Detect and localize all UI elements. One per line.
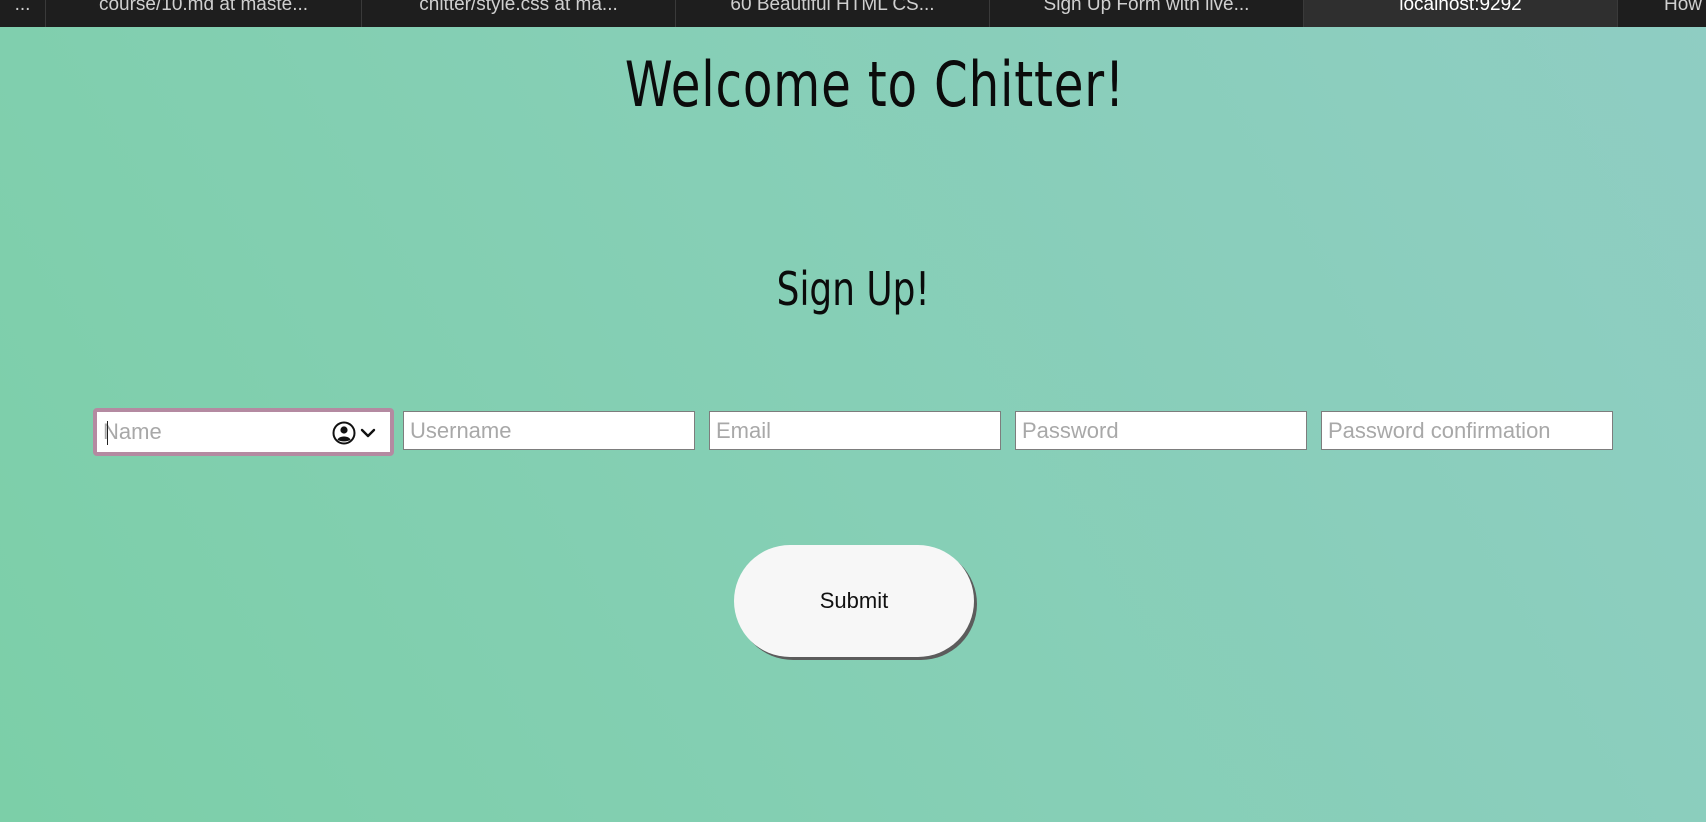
tab-label: How	[1664, 0, 1703, 15]
browser-tab-bar: ... course/10.md at maste... chitter/sty…	[0, 0, 1706, 27]
password-confirmation-input[interactable]	[1321, 411, 1613, 450]
tab-label: chitter/style.css at ma...	[419, 0, 618, 15]
browser-tab[interactable]: course/10.md at maste...	[46, 0, 362, 27]
browser-tab[interactable]: 60 Beautiful HTML CS...	[676, 0, 990, 27]
signup-heading: Sign Up!	[776, 262, 930, 316]
password-input[interactable]	[1015, 411, 1307, 450]
tab-label: ...	[14, 0, 31, 15]
email-input[interactable]	[709, 411, 1001, 450]
browser-tab-active[interactable]: localhost:9292	[1304, 0, 1618, 27]
username-input[interactable]	[403, 411, 695, 450]
submit-button[interactable]: Submit	[734, 545, 974, 657]
tab-label: course/10.md at maste...	[98, 0, 309, 15]
chevron-down-icon	[360, 428, 376, 438]
name-input[interactable]	[97, 412, 327, 452]
browser-tab[interactable]: ...	[0, 0, 46, 27]
contact-autofill-icon[interactable]	[332, 420, 380, 446]
tab-label: Sign Up Form with live...	[1043, 0, 1250, 15]
text-caret	[107, 421, 108, 445]
browser-tab[interactable]: Sign Up Form with live...	[990, 0, 1304, 27]
tab-label: localhost:9292	[1399, 0, 1522, 15]
page-title: Welcome to Chitter!	[624, 48, 1126, 121]
tab-label: 60 Beautiful HTML CS...	[730, 0, 935, 15]
browser-tab[interactable]: chitter/style.css at ma...	[362, 0, 676, 27]
name-field-wrapper[interactable]	[93, 408, 394, 456]
browser-tab[interactable]: How	[1618, 0, 1706, 27]
